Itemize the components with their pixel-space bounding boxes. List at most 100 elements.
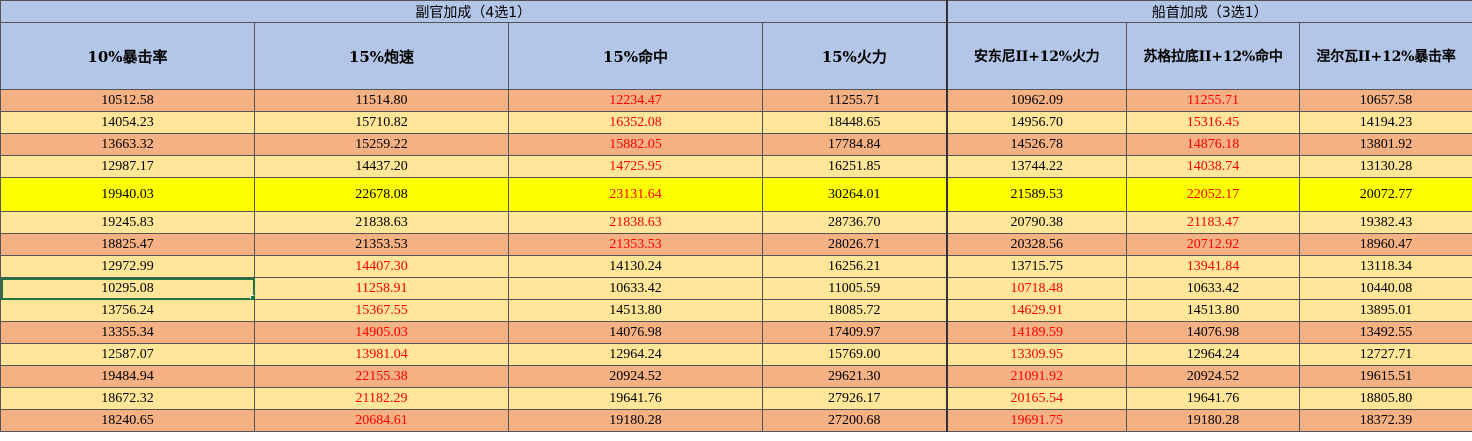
table-cell[interactable]: 21838.63 [508, 211, 763, 234]
table-cell[interactable]: 12972.99 [0, 255, 255, 278]
table-cell[interactable]: 18825.47 [0, 233, 255, 256]
table-cell[interactable]: 22678.08 [254, 177, 509, 212]
table-cell[interactable]: 19180.28 [1126, 409, 1301, 432]
table-cell[interactable]: 13981.04 [254, 343, 509, 366]
table-cell[interactable]: 14407.30 [254, 255, 509, 278]
table-cell[interactable]: 19382.43 [1299, 211, 1472, 234]
table-cell[interactable]: 13130.28 [1299, 155, 1472, 178]
table-cell[interactable]: 10633.42 [1126, 277, 1301, 300]
table-cell[interactable]: 10718.48 [946, 277, 1128, 300]
table-cell[interactable]: 13663.32 [0, 133, 255, 156]
table-cell[interactable]: 20924.52 [1126, 365, 1301, 388]
table-cell[interactable]: 14437.20 [254, 155, 509, 178]
table-cell[interactable]: 19180.28 [508, 409, 763, 432]
table-cell[interactable]: 15710.82 [254, 111, 509, 134]
table-cell[interactable]: 14076.98 [508, 321, 763, 344]
table-cell[interactable]: 14054.23 [0, 111, 255, 134]
table-cell[interactable]: 13744.22 [946, 155, 1128, 178]
table-cell[interactable]: 20684.61 [254, 409, 509, 432]
table-cell[interactable]: 19245.83 [0, 211, 255, 234]
table-cell[interactable]: 15882.05 [508, 133, 763, 156]
table-cell[interactable]: 15316.45 [1126, 111, 1301, 134]
table-cell[interactable]: 13309.95 [946, 343, 1128, 366]
table-cell[interactable]: 16256.21 [761, 255, 948, 278]
group-header-bow[interactable]: 船首加成（3选1） [946, 0, 1472, 23]
table-cell[interactable]: 13895.01 [1299, 299, 1472, 322]
table-cell[interactable]: 14526.78 [946, 133, 1128, 156]
table-cell[interactable]: 20328.56 [946, 233, 1128, 256]
table-cell[interactable]: 12727.71 [1299, 343, 1472, 366]
column-header[interactable]: 安东尼II+12%火力 [946, 22, 1128, 90]
table-cell[interactable]: 27200.68 [761, 409, 948, 432]
table-cell[interactable]: 18240.65 [0, 409, 255, 432]
table-cell[interactable]: 14513.80 [508, 299, 763, 322]
table-cell[interactable]: 11514.80 [254, 89, 509, 112]
table-cell[interactable]: 12987.17 [0, 155, 255, 178]
table-cell[interactable]: 13801.92 [1299, 133, 1472, 156]
table-cell[interactable]: 28026.71 [761, 233, 948, 256]
column-header[interactable]: 涅尔瓦II+12%暴击率 [1299, 22, 1472, 90]
table-cell[interactable]: 19940.03 [0, 177, 255, 212]
table-cell[interactable]: 14876.18 [1126, 133, 1301, 156]
table-cell[interactable]: 11255.71 [1126, 89, 1301, 112]
table-cell[interactable]: 22155.38 [254, 365, 509, 388]
table-cell[interactable]: 18085.72 [761, 299, 948, 322]
table-cell[interactable]: 13941.84 [1126, 255, 1301, 278]
table-cell[interactable]: 21091.92 [946, 365, 1128, 388]
table-cell[interactable]: 13355.34 [0, 321, 255, 344]
table-cell[interactable]: 21353.53 [508, 233, 763, 256]
table-cell[interactable]: 13492.55 [1299, 321, 1472, 344]
table-cell[interactable]: 16251.85 [761, 155, 948, 178]
table-cell[interactable]: 29621.30 [761, 365, 948, 388]
table-cell[interactable]: 14189.59 [946, 321, 1128, 344]
table-cell[interactable]: 21838.63 [254, 211, 509, 234]
table-cell[interactable]: 13715.75 [946, 255, 1128, 278]
table-cell[interactable]: 12587.07 [0, 343, 255, 366]
table-cell[interactable]: 11005.59 [761, 277, 948, 300]
table-cell[interactable]: 14629.91 [946, 299, 1128, 322]
table-cell[interactable]: 14905.03 [254, 321, 509, 344]
table-cell[interactable]: 12234.47 [508, 89, 763, 112]
table-cell[interactable]: 20165.54 [946, 387, 1128, 410]
table-cell[interactable]: 11258.91 [254, 277, 509, 300]
table-cell[interactable]: 14194.23 [1299, 111, 1472, 134]
table-cell[interactable]: 13118.34 [1299, 255, 1472, 278]
table-cell[interactable]: 21353.53 [254, 233, 509, 256]
table-cell[interactable]: 18805.80 [1299, 387, 1472, 410]
table-cell[interactable]: 11255.71 [761, 89, 948, 112]
table-cell[interactable]: 20790.38 [946, 211, 1128, 234]
table-cell[interactable]: 27926.17 [761, 387, 948, 410]
column-header[interactable]: 15%炮速 [254, 22, 509, 90]
table-cell[interactable]: 19484.94 [0, 365, 255, 388]
table-cell[interactable]: 18448.65 [761, 111, 948, 134]
table-cell[interactable]: 14130.24 [508, 255, 763, 278]
table-cell[interactable]: 14725.95 [508, 155, 763, 178]
table-cell[interactable]: 16352.08 [508, 111, 763, 134]
column-header[interactable]: 15%火力 [761, 22, 948, 90]
table-cell[interactable]: 23131.64 [508, 177, 763, 212]
table-cell[interactable]: 20072.77 [1299, 177, 1472, 212]
table-cell[interactable]: 18672.32 [0, 387, 255, 410]
table-cell[interactable]: 19641.76 [508, 387, 763, 410]
table-cell[interactable]: 15259.22 [254, 133, 509, 156]
table-cell[interactable]: 13756.24 [0, 299, 255, 322]
table-cell[interactable]: 10962.09 [946, 89, 1128, 112]
table-cell[interactable]: 30264.01 [761, 177, 948, 212]
table-cell[interactable]: 21589.53 [946, 177, 1128, 212]
table-cell[interactable]: 12964.24 [508, 343, 763, 366]
column-header[interactable]: 15%命中 [508, 22, 763, 90]
table-cell[interactable]: 21182.29 [254, 387, 509, 410]
table-cell[interactable]: 10440.08 [1299, 277, 1472, 300]
table-cell[interactable]: 21183.47 [1126, 211, 1301, 234]
table-cell[interactable]: 18372.39 [1299, 409, 1472, 432]
table-cell[interactable]: 10512.58 [0, 89, 255, 112]
table-cell[interactable]: 17409.97 [761, 321, 948, 344]
table-cell[interactable]: 10657.58 [1299, 89, 1472, 112]
table-cell[interactable]: 12964.24 [1126, 343, 1301, 366]
table-cell[interactable]: 17784.84 [761, 133, 948, 156]
table-cell[interactable]: 10633.42 [508, 277, 763, 300]
table-cell[interactable]: 20924.52 [508, 365, 763, 388]
column-header[interactable]: 10%暴击率 [0, 22, 255, 90]
table-cell[interactable]: 14076.98 [1126, 321, 1301, 344]
selected-cell[interactable]: 10295.08 [0, 277, 255, 300]
